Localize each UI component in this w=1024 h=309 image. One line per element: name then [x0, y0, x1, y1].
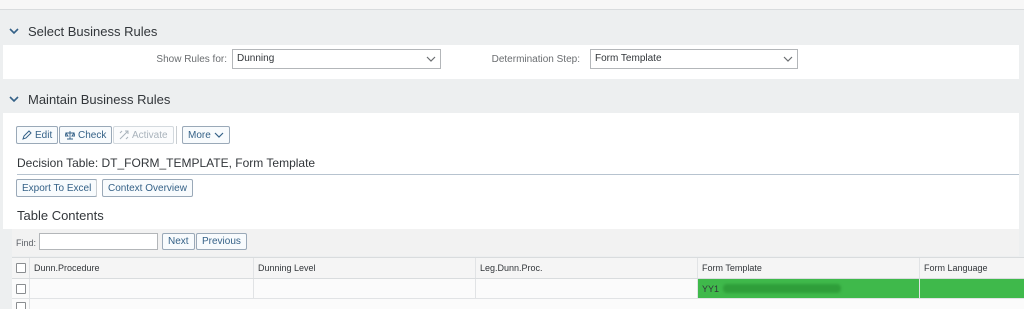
form-template-value: YY1: [702, 283, 720, 294]
table-row[interactable]: [12, 299, 1024, 309]
chevron-down-icon: [9, 96, 19, 103]
show-rules-value: Dunning: [237, 53, 275, 64]
cell-dunn-procedure[interactable]: [30, 279, 254, 298]
chevron-down-icon: [783, 56, 793, 62]
more-button[interactable]: More: [182, 126, 230, 144]
chevron-down-icon: [426, 56, 436, 62]
more-label: More: [188, 129, 211, 141]
cell-leg-dunn-proc[interactable]: [476, 279, 698, 298]
determination-step-label: Determination Step:: [491, 54, 580, 65]
toolbar-divider: [96, 179, 97, 197]
export-to-excel-button[interactable]: Export To Excel: [16, 179, 98, 197]
scale-icon: [65, 131, 75, 140]
column-header[interactable]: Dunn.Procedure: [30, 258, 254, 278]
activate-label: Activate: [132, 129, 168, 141]
column-header[interactable]: Form Template: [698, 258, 920, 278]
find-bar: Find: Next Previous: [12, 229, 1019, 256]
context-overview-button[interactable]: Context Overview: [102, 179, 193, 197]
section-title: Maintain Business Rules: [28, 91, 171, 107]
row-checkbox[interactable]: [16, 283, 26, 294]
maintain-rules-header[interactable]: Maintain Business Rules: [0, 85, 1024, 113]
title-underline: [17, 174, 1019, 175]
chevron-down-icon: [9, 28, 19, 35]
cell-form-language[interactable]: [920, 279, 1024, 298]
next-label: Next: [168, 236, 189, 247]
show-rules-select[interactable]: Dunning: [232, 49, 441, 69]
previous-button[interactable]: Previous: [196, 233, 247, 250]
export-label: Export To Excel: [22, 182, 92, 194]
previous-label: Previous: [202, 236, 241, 247]
table-row[interactable]: YY1: [12, 279, 1024, 299]
redacted-text: [723, 284, 842, 293]
top-strip: [0, 0, 1024, 10]
select-rules-panel: Show Rules for: Dunning Determination St…: [3, 45, 1019, 79]
activate-button[interactable]: Activate: [113, 126, 174, 144]
find-input[interactable]: [39, 233, 158, 250]
edit-label: Edit: [35, 129, 53, 141]
show-rules-label: Show Rules for:: [156, 54, 227, 65]
edit-button[interactable]: Edit: [16, 126, 59, 144]
column-header[interactable]: Dunning Level: [254, 258, 476, 278]
find-label: Find:: [16, 238, 37, 248]
chevron-down-icon: [214, 132, 224, 138]
determination-step-select[interactable]: Form Template: [590, 49, 798, 69]
cell-form-template[interactable]: YY1: [698, 279, 920, 298]
context-label: Context Overview: [108, 182, 187, 194]
column-header[interactable]: Leg.Dunn.Proc.: [476, 258, 698, 278]
determination-step-value: Form Template: [595, 53, 662, 64]
pencil-icon: [22, 130, 32, 140]
column-header[interactable]: Form Language: [920, 258, 1024, 278]
decision-table-title: Decision Table: DT_FORM_TEMPLATE, Form T…: [17, 156, 316, 170]
maintain-rules-panel: Edit Check Activate More Decision Table:…: [3, 113, 1019, 229]
select-all-cell: [12, 258, 30, 278]
row-select-cell: [12, 279, 30, 298]
check-button[interactable]: Check: [59, 126, 113, 144]
row-select-cell: [12, 299, 30, 309]
table-contents-title: Table Contents: [17, 208, 104, 223]
cell-dunning-level[interactable]: [254, 279, 476, 298]
toolbar-divider: [176, 126, 177, 144]
section-title: Select Business Rules: [28, 23, 158, 39]
next-button[interactable]: Next: [162, 233, 195, 250]
check-label: Check: [78, 129, 107, 141]
select-rules-header[interactable]: Select Business Rules: [0, 17, 1024, 45]
select-all-checkbox[interactable]: [16, 263, 26, 273]
row-checkbox[interactable]: [16, 302, 26, 309]
activate-icon: [119, 130, 129, 140]
table-header-row: Dunn.Procedure Dunning Level Leg.Dunn.Pr…: [12, 257, 1024, 279]
